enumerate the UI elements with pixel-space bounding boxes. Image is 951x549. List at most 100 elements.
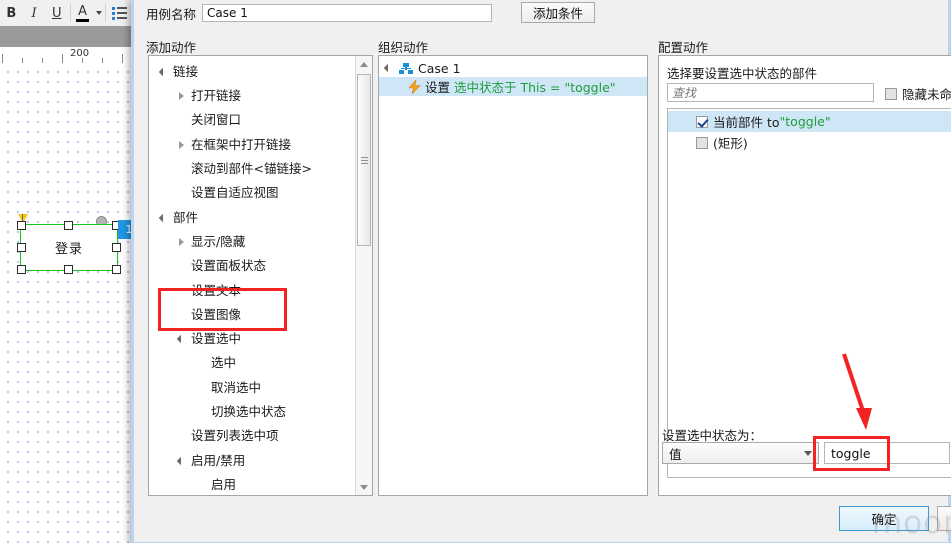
widget-item-checkbox[interactable]: [696, 115, 708, 128]
widget-selection-list[interactable]: 当前部件 to "toggle" (矩形): [667, 108, 951, 478]
action-tree-item[interactable]: 链接: [149, 60, 356, 84]
action-tree-item[interactable]: 设置选中: [149, 327, 356, 351]
case-editor-dialog: 用例名称 添加条件 添加动作 组织动作 配置动作 链接打开链接关闭窗口在框架中打…: [131, 0, 951, 545]
font-color-swatch: [76, 18, 90, 22]
action-target: 选中状态于 This = "toggle": [454, 80, 616, 95]
action-tree[interactable]: 链接打开链接关闭窗口在框架中打开链接滚动到部件<锚链接> 设置自适应视图部件显示/…: [149, 56, 356, 495]
action-tree-item[interactable]: 设置文本: [149, 279, 356, 303]
expand-triangle-icon: [171, 456, 191, 466]
action-tree-item[interactable]: 打开链接: [149, 84, 356, 108]
widget-item-value: "toggle": [779, 114, 831, 129]
ruler-label-200: 200: [70, 48, 90, 59]
underline-icon[interactable]: U: [45, 1, 68, 25]
toolbar-divider-1: [70, 4, 72, 22]
case-tree-root[interactable]: Case 1: [379, 59, 647, 77]
ok-button[interactable]: 确定: [839, 506, 929, 531]
bold-icon[interactable]: B: [0, 1, 23, 25]
chevron-down-icon: [804, 450, 812, 456]
scroll-down-icon[interactable]: [356, 479, 372, 495]
value-mode-select[interactable]: 值: [662, 442, 819, 464]
case-name-input[interactable]: [202, 4, 493, 22]
hide-unnamed-checkbox[interactable]: 隐藏未命名: [885, 84, 951, 103]
search-input[interactable]: [667, 83, 874, 102]
expand-triangle-icon: [153, 67, 173, 77]
toggle-value-input[interactable]: [824, 442, 950, 464]
action-tree-item[interactable]: 设置图像: [149, 303, 356, 327]
sitemap-icon: [399, 62, 413, 74]
action-verb: 设置: [425, 80, 451, 95]
dialog-body: 用例名称 添加条件 添加动作 组织动作 配置动作 链接打开链接关闭窗口在框架中打…: [134, 0, 951, 542]
action-tree-item[interactable]: 启用/禁用: [149, 449, 356, 473]
action-tree-item-label: 设置选中: [191, 331, 242, 347]
case-name-row: 用例名称: [146, 1, 493, 25]
action-tree-item-label: 选中: [211, 355, 237, 371]
action-tree-item-label: 链接: [173, 63, 199, 79]
selected-widget[interactable]: 登录 1: [17, 214, 140, 274]
font-color-dropdown[interactable]: [92, 1, 103, 25]
organize-tree[interactable]: Case 1 设置 选中状态于 This = "toggle": [379, 56, 647, 96]
add-action-panel[interactable]: 链接打开链接关闭窗口在框架中打开链接滚动到部件<锚链接> 设置自适应视图部件显示/…: [148, 55, 373, 496]
login-button-widget[interactable]: 登录: [20, 224, 118, 271]
action-tree-item[interactable]: 显示/隐藏: [149, 230, 356, 254]
action-tree-scrollbar[interactable]: [355, 56, 372, 495]
hide-unnamed-label: 隐藏未命名: [902, 87, 951, 102]
action-bolt-icon: [408, 78, 421, 95]
widget-list-item[interactable]: (矩形): [668, 132, 951, 153]
resize-handle-se[interactable]: [112, 265, 121, 274]
organize-action-title: 组织动作: [378, 40, 429, 55]
scroll-up-icon[interactable]: [356, 56, 372, 72]
organize-action-panel[interactable]: Case 1 设置 选中状态于 This = "toggle": [378, 55, 648, 496]
action-tree-item[interactable]: 关闭窗口: [149, 109, 356, 133]
action-tree-item[interactable]: 滚动到部件<锚链接>: [149, 157, 356, 181]
font-color-letter: A: [78, 3, 87, 19]
action-tree-item-label: 在框架中打开链接: [191, 136, 292, 152]
add-action-title: 添加动作: [146, 40, 197, 55]
login-button-label: 登录: [54, 242, 83, 257]
horizontal-ruler: 200: [0, 47, 131, 64]
design-canvas[interactable]: 登录 1: [0, 63, 140, 549]
action-tree-item[interactable]: 选中: [149, 352, 356, 376]
resize-handle-nw[interactable]: [17, 221, 26, 230]
configure-heading: 选择要设置选中状态的部件: [667, 66, 818, 81]
widget-list-item[interactable]: 当前部件 to "toggle": [668, 111, 951, 132]
action-tree-item-label: 关闭窗口: [191, 112, 242, 128]
action-tree-item-label: 取消选中: [211, 379, 262, 395]
bullet-list-icon[interactable]: [108, 1, 131, 25]
case-tree-root-label: Case 1: [418, 60, 461, 76]
chevron-down-icon: [96, 11, 103, 15]
resize-handle-w[interactable]: [17, 243, 26, 252]
canvas-top-strip: [0, 26, 131, 47]
font-color-button[interactable]: A: [73, 1, 92, 25]
case-name-label: 用例名称: [146, 6, 197, 22]
font-color-icon: A: [76, 3, 90, 22]
collapse-triangle-icon: [171, 238, 191, 247]
action-tree-item-label: 设置图像: [191, 306, 242, 322]
action-tree-item[interactable]: 部件: [149, 206, 356, 230]
expand-triangle-icon: [171, 335, 191, 344]
hide-unnamed-checkbox-box[interactable]: [885, 87, 897, 100]
resize-handle-n[interactable]: [64, 221, 73, 230]
action-tree-item[interactable]: 启用: [149, 473, 356, 495]
widget-item-label: 当前部件 to: [713, 115, 780, 130]
action-tree-item[interactable]: 切换选中状态: [149, 400, 356, 424]
action-tree-item-label: 设置自适应视图: [191, 185, 279, 201]
action-tree-item-label: 显示/隐藏: [191, 233, 246, 249]
action-tree-item[interactable]: 设置面板状态: [149, 254, 356, 278]
action-tree-item-label: 启用: [211, 476, 237, 492]
expand-triangle-icon: [153, 213, 173, 223]
resize-handle-sw[interactable]: [17, 265, 26, 274]
add-condition-button[interactable]: 添加条件: [521, 2, 596, 23]
action-tree-item[interactable]: 设置列表选中项: [149, 424, 356, 448]
action-tree-item[interactable]: 在框架中打开链接: [149, 133, 356, 157]
action-tree-item-label: 设置列表选中项: [191, 428, 279, 444]
cancel-button[interactable]: 取消: [937, 506, 951, 531]
widget-item-label: (矩形): [713, 136, 748, 151]
italic-icon[interactable]: I: [23, 1, 46, 25]
resize-handle-s[interactable]: [64, 265, 73, 274]
action-tree-item[interactable]: 取消选中: [149, 376, 356, 400]
widget-item-checkbox[interactable]: [696, 136, 708, 149]
action-row-set-selected[interactable]: 设置 选中状态于 This = "toggle": [379, 77, 647, 96]
action-tree-item[interactable]: 设置自适应视图: [149, 181, 356, 205]
resize-handle-e[interactable]: [112, 243, 121, 252]
scrollbar-thumb[interactable]: [357, 74, 371, 246]
